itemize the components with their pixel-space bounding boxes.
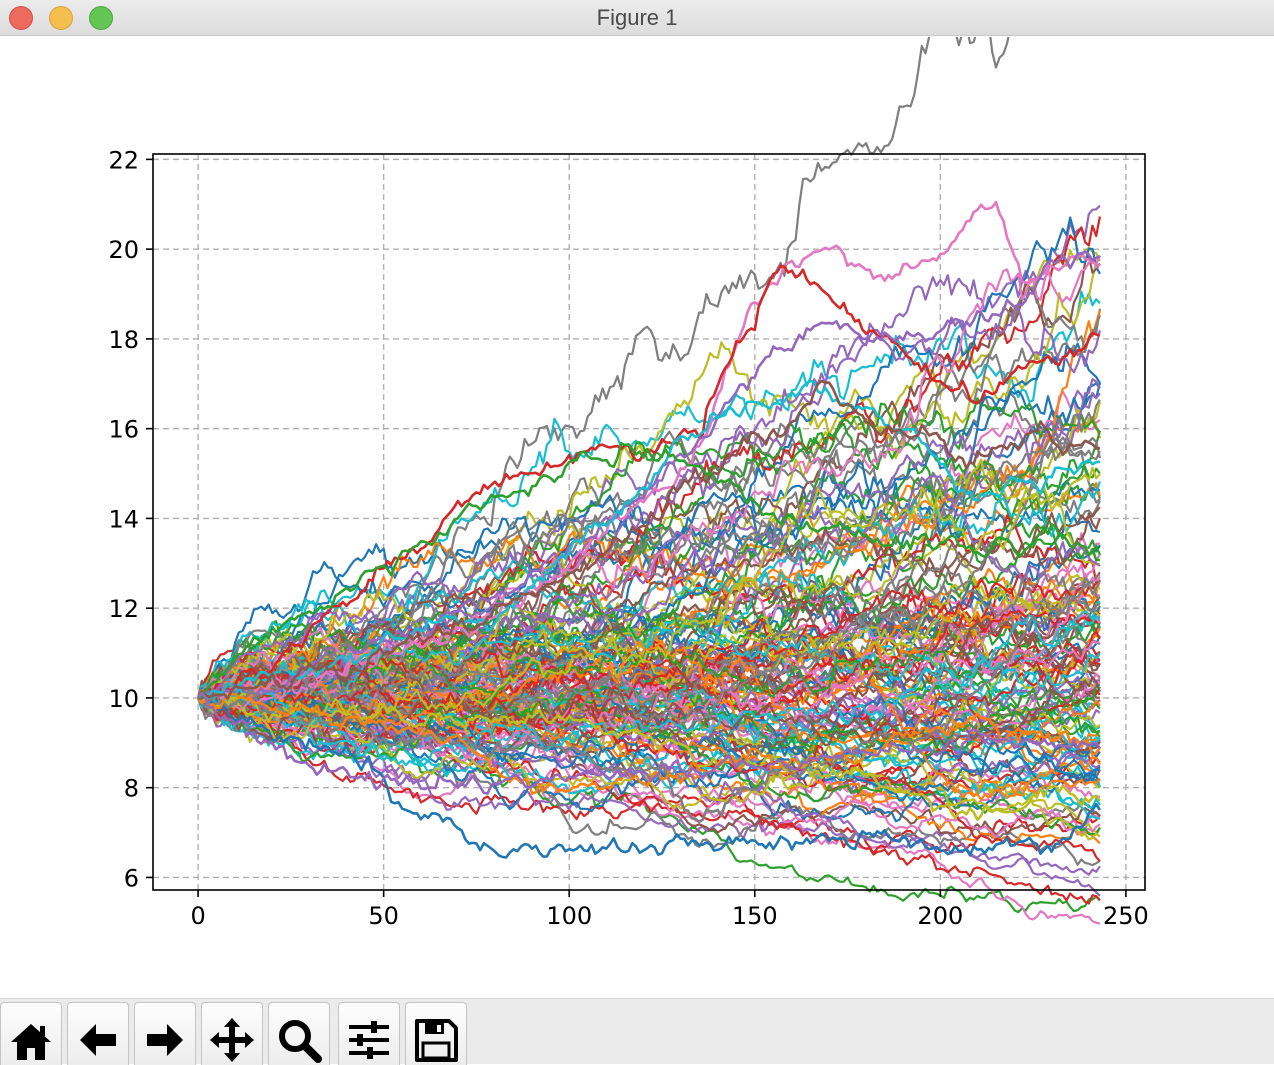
x-tick-label: 0 [190,902,205,930]
x-tick-label: 150 [732,902,778,930]
forward-button[interactable] [134,1002,196,1065]
floppy-disk-icon [415,1019,458,1062]
figure-canvas[interactable]: 0 50 100 150 200 250 6 8 10 12 14 16 18 20 22 [0,37,1274,998]
x-tick-label: 100 [546,902,592,930]
y-tick-label: 14 [108,505,139,533]
home-button[interactable] [0,1002,62,1065]
move-icon [210,1018,254,1062]
save-button[interactable] [405,1002,467,1065]
sliders-icon [349,1021,389,1059]
magnifier-icon [279,1020,322,1063]
line-chart: 0 50 100 150 200 250 6 8 10 12 14 16 18 20 22 [108,37,1149,930]
window-title: Figure 1 [596,5,678,30]
back-button[interactable] [67,1002,129,1065]
series-group [197,37,1101,925]
pan-button[interactable] [201,1002,263,1065]
configure-subplots-button[interactable] [338,1002,400,1065]
arrow-left-icon [80,1024,116,1056]
y-tick-label: 6 [124,864,139,892]
arrow-right-icon [147,1024,183,1056]
window-titlebar: Figure 1 [0,0,1274,36]
x-tick-label: 250 [1103,902,1149,930]
y-tick-label: 18 [108,326,139,354]
x-tick-label: 50 [368,902,399,930]
zoom-button[interactable] [268,1002,330,1065]
y-tick-label: 20 [108,236,139,264]
home-icon [11,1024,51,1060]
y-tick-label: 12 [108,595,139,623]
y-tick-label: 8 [124,775,139,803]
y-tick-label: 10 [108,685,139,713]
y-tick-label: 22 [108,146,139,174]
navigation-toolbar [0,998,1274,1065]
x-tick-label: 200 [917,902,963,930]
y-tick-label: 16 [108,416,139,444]
